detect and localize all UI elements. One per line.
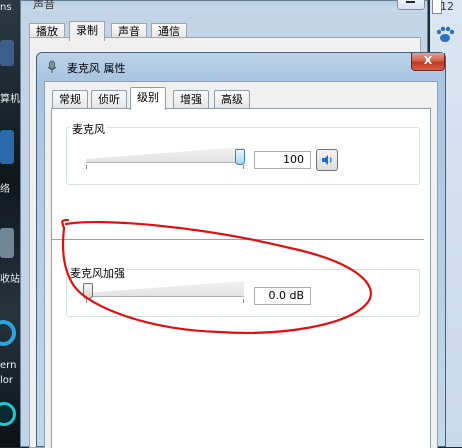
recycle-bin-icon[interactable] — [0, 228, 14, 258]
boost-slider-tick — [243, 299, 244, 303]
boost-level-value[interactable]: 0.0 dB — [254, 287, 311, 305]
microphone-icon — [47, 60, 57, 73]
microphone-slider-base — [86, 162, 244, 163]
microphone-properties-window: 麦克风 属性 X 常规 侦听 级别 增强 高级 麦克风 100 麦克风加强 0.… — [36, 52, 446, 448]
microphone-boost-label: 麦克风加强 — [68, 265, 127, 281]
desktop-label-4: 收站 — [0, 274, 20, 285]
tab-levels[interactable]: 级别 — [130, 87, 166, 110]
tab-listen[interactable]: 侦听 — [91, 90, 127, 109]
window-body: 常规 侦听 级别 增强 高级 麦克风 100 麦克风加强 0.0 dB — [44, 81, 438, 448]
desktop-label-1: ns — [0, 2, 12, 13]
boost-slider-thumb[interactable] — [83, 283, 93, 299]
app-ring-icon[interactable] — [0, 402, 16, 426]
section-separator — [52, 239, 424, 240]
tab-enhancements[interactable]: 增强 — [173, 90, 209, 109]
desktop-left-strip: ns 算机 络 收站 ern lor — [0, 0, 20, 447]
internet-explorer-icon[interactable] — [0, 320, 16, 346]
paw-icon[interactable] — [434, 24, 456, 46]
microphone-label: 麦克风 — [70, 121, 107, 137]
sound-window-minimize-button[interactable] — [397, 0, 425, 10]
boost-slider-base — [86, 296, 244, 297]
desktop-label-6: lor — [0, 375, 14, 386]
tab-advanced[interactable]: 高级 — [214, 90, 250, 109]
desktop-label-3: 络 — [0, 184, 10, 195]
network-icon[interactable] — [0, 130, 14, 164]
sound-window-titlebar — [21, 1, 427, 11]
clock-text: 12 — [440, 0, 454, 13]
desktop-label-5: ern — [0, 360, 17, 371]
sound-window-title: 声音 — [33, 0, 55, 11]
tab-general[interactable]: 常规 — [52, 90, 88, 109]
desktop-label-2: 算机 — [0, 94, 20, 105]
mute-button[interactable] — [316, 149, 338, 171]
microphone-slider-thumb[interactable] — [235, 149, 245, 165]
boost-slider-tick — [86, 299, 87, 303]
close-icon: X — [423, 54, 433, 67]
computer-icon[interactable] — [0, 40, 14, 66]
levels-pane: 麦克风 100 麦克风加强 0.0 dB — [51, 108, 431, 448]
window-title: 麦克风 属性 — [67, 62, 126, 75]
tab-recording[interactable]: 录制 — [69, 21, 105, 41]
microphone-level-value[interactable]: 100 — [254, 151, 311, 169]
microphone-slider-tick — [86, 165, 87, 169]
microphone-slider-tick — [243, 165, 244, 169]
speaker-icon — [322, 155, 332, 165]
close-button[interactable]: X — [411, 53, 445, 71]
